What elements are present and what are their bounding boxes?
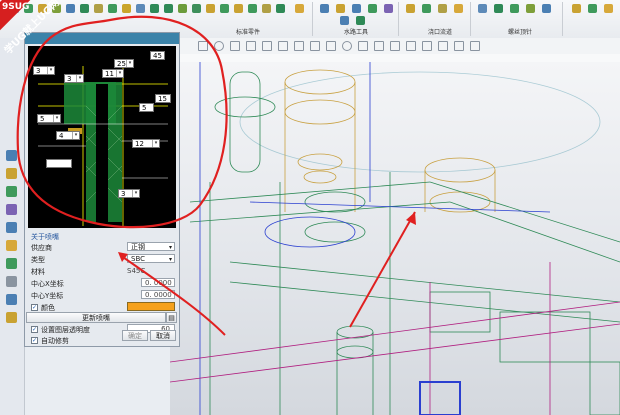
- annotation-layer: [16, 15, 228, 336]
- pointer-arrow: [119, 254, 226, 336]
- watermark-logo: 9SUG: [2, 2, 30, 12]
- highlight-circle: [16, 15, 228, 229]
